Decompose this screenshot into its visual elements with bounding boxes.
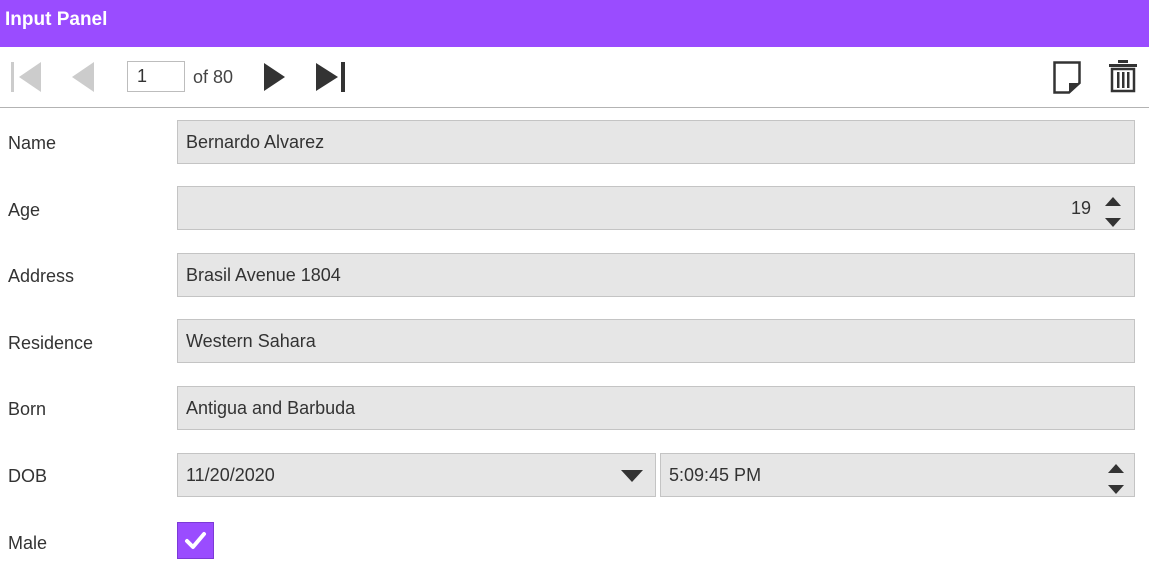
male-label: Male — [8, 533, 48, 553]
born-label: Born — [8, 399, 47, 419]
previous-page-button[interactable] — [71, 61, 95, 93]
residence-label: Residence — [8, 333, 94, 353]
dob-date-picker[interactable]: 11/20/2020 — [177, 453, 656, 497]
name-value: Bernardo Alvarez — [186, 132, 325, 152]
caret-up-icon — [1105, 197, 1121, 206]
page-count-label: of 80 — [193, 67, 234, 87]
caret-down-icon — [1108, 485, 1124, 494]
previous-page-icon — [72, 62, 94, 92]
residence-value: Western Sahara — [186, 331, 316, 351]
first-page-icon — [11, 62, 41, 92]
residence-field[interactable]: Western Sahara — [177, 319, 1135, 363]
new-item-icon — [1053, 61, 1081, 94]
age-decrement-button[interactable] — [1105, 214, 1121, 232]
last-page-icon — [316, 62, 345, 92]
age-value: 19 — [1070, 198, 1091, 218]
page-number-input[interactable] — [127, 61, 185, 92]
caret-down-icon — [1105, 218, 1121, 227]
checkmark-icon — [185, 532, 206, 549]
time-increment-button[interactable] — [1108, 460, 1124, 478]
next-page-button[interactable] — [263, 62, 287, 92]
time-decrement-button[interactable] — [1108, 481, 1124, 499]
dropdown-arrow-icon — [621, 470, 643, 482]
last-page-button[interactable] — [315, 62, 347, 92]
name-field[interactable]: Bernardo Alvarez — [177, 120, 1135, 164]
born-value: Antigua and Barbuda — [186, 398, 356, 418]
age-numeric-field[interactable]: 19 — [177, 186, 1135, 230]
first-page-button[interactable] — [11, 61, 43, 93]
male-checkbox[interactable] — [177, 522, 214, 559]
address-label: Address — [8, 266, 75, 286]
delete-item-button[interactable] — [1108, 59, 1138, 93]
age-label: Age — [8, 200, 41, 220]
panel-title: Input Panel — [5, 9, 108, 30]
dob-time-value: 5:09:45 PM — [669, 465, 762, 485]
add-item-button[interactable] — [1053, 61, 1081, 94]
navigation-toolbar: of 80 — [0, 47, 1149, 108]
dob-dropdown-button[interactable] — [621, 469, 643, 487]
dob-label: DOB — [8, 466, 48, 486]
title-bar: Input Panel — [0, 0, 1149, 47]
dob-time-picker[interactable]: 5:09:45 PM — [660, 453, 1135, 497]
name-label: Name — [8, 133, 57, 153]
address-value: Brasil Avenue 1804 — [186, 265, 341, 285]
address-field[interactable]: Brasil Avenue 1804 — [177, 253, 1135, 297]
age-increment-button[interactable] — [1105, 193, 1121, 211]
trash-icon — [1109, 60, 1137, 93]
born-field[interactable]: Antigua and Barbuda — [177, 386, 1135, 430]
dob-date-value: 11/20/2020 — [186, 465, 275, 485]
caret-up-icon — [1108, 464, 1124, 473]
next-page-icon — [264, 63, 285, 91]
